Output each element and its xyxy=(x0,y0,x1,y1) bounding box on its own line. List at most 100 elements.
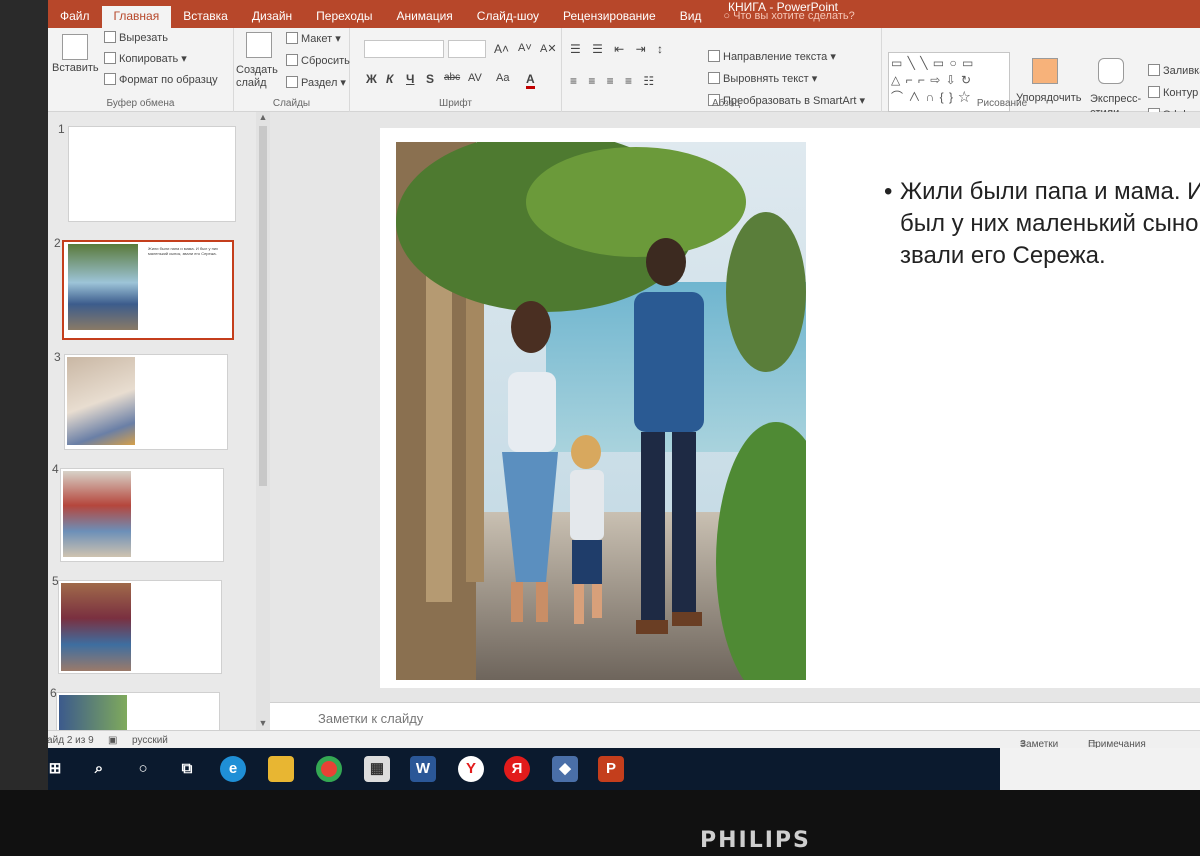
cortana-icon[interactable]: ○ xyxy=(130,756,156,782)
shape-fill-button[interactable]: Заливка xyxy=(1148,64,1200,77)
file-explorer-icon[interactable] xyxy=(268,756,294,782)
slide-photo[interactable] xyxy=(396,142,806,680)
status-bar: Слайд 2 из 9 ▣ русский ≡ Заметки ▭ Приме… xyxy=(48,730,1200,750)
slides-group-label: Слайды xyxy=(272,98,311,109)
change-case-button[interactable]: Aa xyxy=(496,72,509,84)
slides-group: Создать слайд Макет ▾ Сбросить Раздел ▾ … xyxy=(234,28,350,112)
slide-thumbnail-1[interactable] xyxy=(68,126,236,222)
layout-button[interactable]: Макет ▾ xyxy=(286,32,341,45)
language-indicator[interactable]: русский xyxy=(132,735,168,746)
powerpoint-icon[interactable]: P xyxy=(598,756,624,782)
align-text-label: Выровнять текст xyxy=(723,73,809,85)
word-icon[interactable]: W xyxy=(410,756,436,782)
thumb-photo xyxy=(68,244,138,330)
clear-format-icon[interactable]: A✕ xyxy=(540,42,557,55)
underline-button[interactable]: Ч xyxy=(406,72,414,86)
thumbnail-scrollbar[interactable]: ▲ ▼ xyxy=(256,112,270,730)
thumb-photo xyxy=(61,583,131,671)
new-slide-button[interactable]: Создать слайд xyxy=(236,64,286,90)
new-slide-icon xyxy=(246,32,272,58)
font-size-select[interactable] xyxy=(448,40,486,58)
thumb-number: 1 xyxy=(58,122,65,136)
slide-thumbnail-4[interactable] xyxy=(60,468,224,562)
document-title: КНИГА - PowerPoint xyxy=(728,0,839,14)
pen-icon xyxy=(1148,86,1160,98)
scroll-down-icon[interactable]: ▼ xyxy=(256,718,270,730)
slide-thumbnail-2[interactable]: Жили были папа и мама. И был у них мален… xyxy=(62,240,234,340)
slide-thumbnail-3[interactable] xyxy=(64,354,228,450)
font-group-label: Шрифт xyxy=(439,98,472,109)
scrollbar-thumb[interactable] xyxy=(259,126,267,486)
drawing-group-label: Рисование xyxy=(976,98,1028,109)
tab-view[interactable]: Вид xyxy=(668,6,714,28)
shrink-font-icon[interactable]: A˅ xyxy=(518,42,532,54)
slide-thumbnail-6[interactable] xyxy=(56,692,220,732)
clipboard-group-label: Буфер обмена xyxy=(106,98,175,109)
shadow-button[interactable]: S xyxy=(426,72,434,86)
chrome-browser-icon[interactable] xyxy=(316,756,342,782)
spellcheck-icon[interactable]: ▣ xyxy=(108,735,117,746)
tab-transitions[interactable]: Переходы xyxy=(304,6,384,28)
reset-icon xyxy=(286,54,298,66)
thumbnail-pane: 1 2 Жили были папа и мама. И был у них м… xyxy=(48,112,270,732)
search-icon[interactable]: ⌕ xyxy=(86,756,112,782)
shape-outline-button[interactable]: Контур xyxy=(1148,86,1198,99)
yandex-browser-icon[interactable]: Y xyxy=(458,756,484,782)
align-text-icon xyxy=(708,72,720,84)
paint-bucket-icon xyxy=(1148,64,1160,76)
reset-label: Сбросить xyxy=(301,55,350,67)
copy-button[interactable]: Копировать ▾ xyxy=(104,52,187,65)
char-spacing-button[interactable]: AV xyxy=(468,72,482,84)
paragraph-group: ☰ ☰ ⇤ ⇥ ↕ ≡ ≡ ≡ ≡ ☷ Направление текста ▾… xyxy=(562,28,882,112)
tab-slideshow[interactable]: Слайд-шоу xyxy=(465,6,551,28)
text-direction-button[interactable]: Направление текста ▾ xyxy=(708,50,836,63)
app-icon[interactable]: ◆ xyxy=(552,756,578,782)
windows-taskbar: ⊞ ⌕ ○ ⧉ e ▦ W Y Я ◆ P xyxy=(48,748,1200,790)
paste-button[interactable]: Вставить xyxy=(52,62,99,74)
calendar-icon[interactable]: ▦ xyxy=(364,756,390,782)
paste-icon xyxy=(62,34,88,60)
list-buttons[interactable]: ☰ ☰ ⇤ ⇥ ↕ xyxy=(570,42,667,56)
edge-browser-icon[interactable]: e xyxy=(220,756,246,782)
brush-icon xyxy=(104,73,116,85)
format-painter-button[interactable]: Формат по образцу xyxy=(104,73,218,86)
screen: Файл Главная Вставка Дизайн Переходы Ани… xyxy=(48,0,1200,790)
paragraph-group-label: Абзац xyxy=(712,98,741,109)
windows-start-icon[interactable]: ⊞ xyxy=(48,756,68,782)
thumb-number: 2 xyxy=(54,236,61,250)
section-button[interactable]: Раздел ▾ xyxy=(286,76,346,89)
italic-button[interactable]: К xyxy=(386,72,393,86)
font-name-select[interactable] xyxy=(364,40,444,58)
align-text-button[interactable]: Выровнять текст ▾ xyxy=(708,72,817,85)
bullet-icon: • xyxy=(884,178,893,205)
slide-bullet-text[interactable]: • Жили были папа и мама. И был у них мал… xyxy=(884,176,1200,272)
thumb-photo xyxy=(63,471,131,557)
yandex-icon[interactable]: Я xyxy=(504,756,530,782)
notes-pane[interactable]: Заметки к слайду xyxy=(270,702,1200,730)
tab-home[interactable]: Главная xyxy=(101,6,172,28)
drawing-group: ▭ ╲ ╲ ▭ ○ ▭ △ ⌐ ⌐ ⇨ ⇩ ↻ ⌒ ∧ ∩ { } ☆ Упоряд… xyxy=(882,28,1200,121)
grow-font-icon[interactable]: A˄ xyxy=(494,42,509,56)
bold-button[interactable]: Ж xyxy=(366,72,377,86)
layout-label: Макет xyxy=(301,33,333,45)
cut-button[interactable]: Вырезать xyxy=(104,31,168,44)
slide-thumbnail-5[interactable] xyxy=(58,580,222,674)
tab-file[interactable]: Файл xyxy=(48,6,102,28)
font-color-button[interactable]: A xyxy=(526,72,535,89)
reset-button[interactable]: Сбросить xyxy=(286,54,350,67)
tab-insert[interactable]: Вставка xyxy=(171,6,240,28)
quick-styles-icon xyxy=(1098,58,1124,84)
tab-design[interactable]: Дизайн xyxy=(240,6,304,28)
copy-icon xyxy=(104,52,116,64)
shape-fill-label: Заливка xyxy=(1163,65,1200,77)
bullet-text: Жили были папа и мама. И был у них мален… xyxy=(900,178,1200,269)
strikethrough-button[interactable]: abc xyxy=(444,72,460,83)
scroll-up-icon[interactable]: ▲ xyxy=(256,112,270,124)
tab-review[interactable]: Рецензирование xyxy=(551,6,668,28)
tab-animations[interactable]: Анимация xyxy=(384,6,464,28)
current-slide[interactable]: • Жили были папа и мама. И был у них мал… xyxy=(380,128,1200,688)
align-buttons[interactable]: ≡ ≡ ≡ ≡ ☷ xyxy=(570,74,658,88)
system-tray xyxy=(1000,748,1200,790)
task-view-icon[interactable]: ⧉ xyxy=(174,756,200,782)
font-group: A˄ A˅ A✕ Ж К Ч S abc AV Aa A Шрифт xyxy=(350,28,562,112)
